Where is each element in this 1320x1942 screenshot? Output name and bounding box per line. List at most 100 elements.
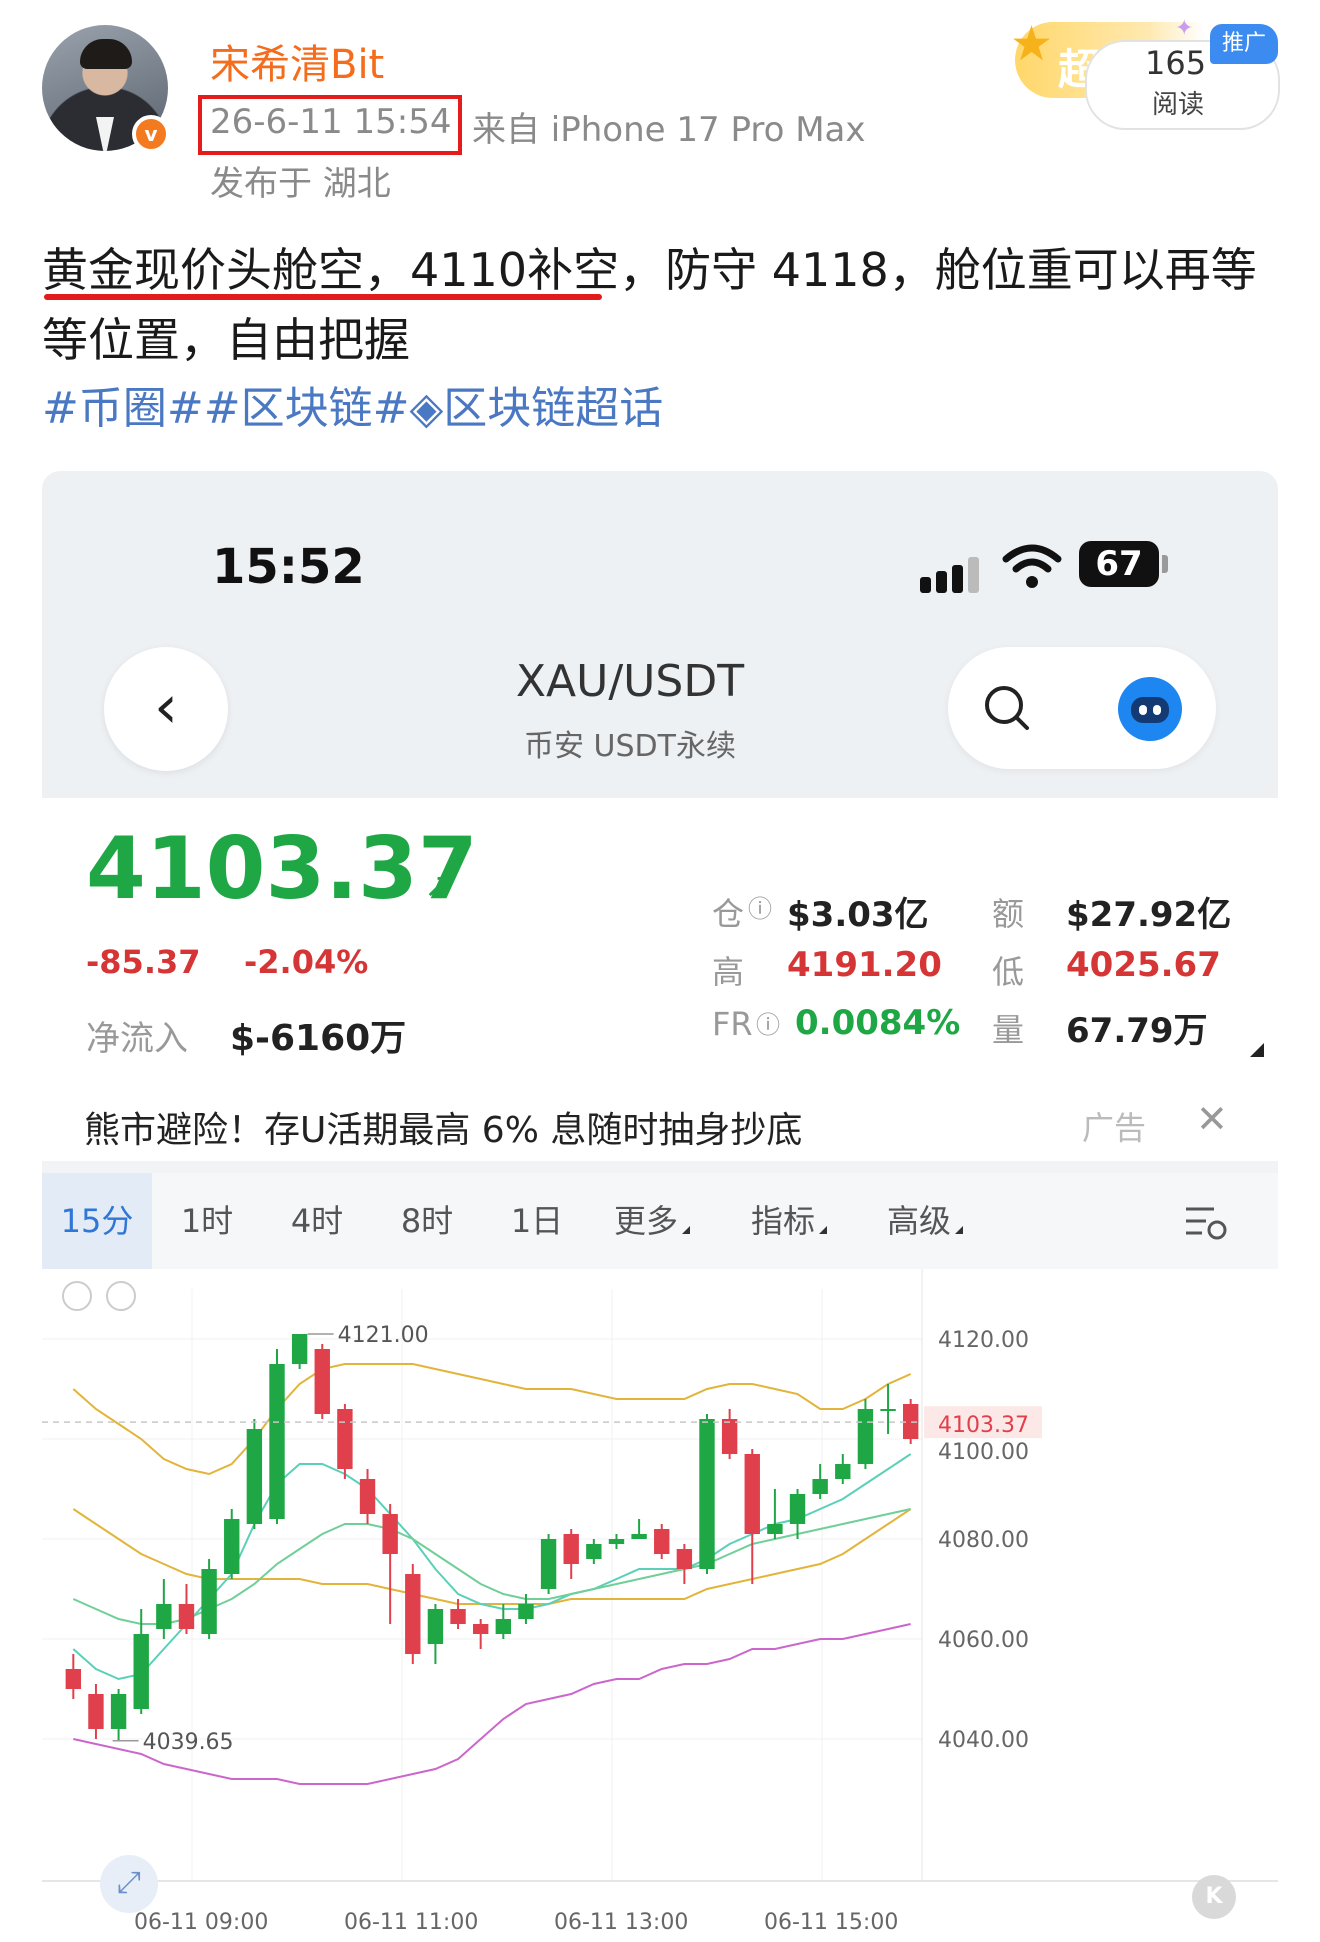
- low-label: 低: [992, 953, 1025, 991]
- candle-body: [88, 1694, 104, 1729]
- tab-advanced[interactable]: 高级: [860, 1173, 990, 1269]
- funding-rate: 0.0084%: [795, 1003, 961, 1043]
- max-label: 4121.00: [338, 1323, 429, 1348]
- divider: [42, 1161, 1278, 1173]
- info-icon[interactable]: ⓘ: [748, 889, 772, 924]
- candle-body: [156, 1604, 172, 1629]
- tab-more[interactable]: 更多: [587, 1173, 717, 1269]
- candle-body: [314, 1349, 330, 1414]
- star-icon: ★: [1010, 16, 1054, 72]
- tab-1d[interactable]: 1日: [482, 1173, 592, 1269]
- candlestick-chart[interactable]: 4103.37 4120.00 4100.00 4080.00 4060.00 4040.…: [42, 1269, 1278, 1942]
- post-source: 来自 iPhone 17 Pro Max: [472, 110, 866, 150]
- netflow-value: $-6160万: [230, 1018, 407, 1059]
- candle-body: [812, 1479, 828, 1494]
- read-count-label: 阅读: [1152, 90, 1205, 120]
- ad-banner[interactable]: 熊市避险！存U活期最高 6% 息随时抽身抄底 广告 ✕: [42, 1079, 1278, 1169]
- read-count: 165: [1145, 44, 1207, 82]
- candle-body: [201, 1569, 217, 1634]
- price-change: -85.37: [86, 943, 201, 981]
- username[interactable]: 宋希清Bit: [210, 32, 384, 90]
- tab-indicators[interactable]: 指标: [724, 1173, 854, 1269]
- tab-8h[interactable]: 8时: [372, 1173, 482, 1269]
- battery-nub: [1162, 555, 1168, 573]
- jump-latest-icon[interactable]: K: [1192, 1875, 1236, 1919]
- info-icon[interactable]: ⓘ: [756, 1005, 780, 1040]
- promo-card[interactable]: ★ 超 165 阅读 ✦ 推广: [1010, 10, 1280, 130]
- tab-4h[interactable]: 4时: [262, 1173, 372, 1269]
- candle-body: [133, 1634, 149, 1709]
- candle-body: [495, 1619, 512, 1634]
- last-price: 4103.37: [86, 819, 478, 919]
- search-icon[interactable]: [982, 683, 1030, 731]
- header-tools: [948, 647, 1216, 769]
- tab-1h[interactable]: 1时: [152, 1173, 262, 1269]
- post-time: 26-6-11 15:54: [210, 102, 452, 142]
- candle-body: [518, 1604, 534, 1619]
- avatar-shirt: [96, 117, 114, 151]
- last-price-label: 4103.37: [938, 1413, 1029, 1438]
- caret-icon: [955, 1226, 963, 1234]
- candle-body: [405, 1574, 421, 1654]
- candle-body: [676, 1549, 693, 1569]
- candle-body: [789, 1494, 806, 1524]
- candle-body: [586, 1544, 602, 1559]
- volume-label: 量: [992, 1011, 1025, 1049]
- candle-body: [563, 1534, 579, 1564]
- low-price: 4025.67: [1066, 945, 1221, 985]
- candle-body: [880, 1409, 896, 1411]
- candle-body: [291, 1334, 308, 1364]
- indicator-line-4: [73, 1623, 911, 1785]
- volume: 67.79万: [1066, 1011, 1208, 1051]
- y-tick-label: 4120.00: [938, 1328, 1029, 1353]
- candle-body: [744, 1454, 760, 1534]
- verified-badge-icon: v: [132, 115, 170, 153]
- funding-rate-label: FR: [712, 1005, 753, 1043]
- tab-advanced-label: 高级: [886, 1202, 951, 1240]
- promoted-tag[interactable]: 推广: [1210, 24, 1278, 64]
- tab-indicators-label: 指标: [750, 1202, 815, 1240]
- ad-text[interactable]: 熊市避险！存U活期最高 6% 息随时抽身抄底: [84, 1101, 802, 1153]
- wifi-icon: [1002, 544, 1062, 588]
- settings-hex-icon[interactable]: [106, 1281, 136, 1311]
- candle-body: [767, 1524, 783, 1534]
- red-underline-annotation: [44, 294, 602, 300]
- kline-svg[interactable]: 4103.37 4120.00 4100.00 4080.00 4060.00 4040.…: [42, 1269, 1278, 1942]
- caret-icon: [819, 1226, 827, 1234]
- post-hashtags[interactable]: #币圈##区块链#◈区块链超话: [42, 372, 663, 436]
- y-tick-label: 4040.00: [938, 1728, 1029, 1753]
- x-tick-label: 06-11 09:00: [134, 1910, 268, 1935]
- caret-icon: [682, 1226, 690, 1234]
- status-time: 15:52: [212, 539, 365, 595]
- candle-body: [337, 1409, 353, 1469]
- avatar-hair: [80, 39, 132, 69]
- chart-settings-icon[interactable]: [1184, 1203, 1230, 1243]
- x-tick-label: 06-11 13:00: [554, 1910, 688, 1935]
- assistant-bot-icon[interactable]: [1118, 677, 1182, 741]
- open-interest: $3.03亿: [787, 895, 929, 935]
- ad-label: 广告: [1082, 1109, 1147, 1147]
- fullscreen-icon[interactable]: ⤢: [100, 1855, 158, 1913]
- y-tick-label: 4100.00: [938, 1440, 1029, 1465]
- candle-body: [608, 1539, 625, 1544]
- post-location: 发布于 湖北: [210, 164, 391, 204]
- candle-body: [631, 1534, 647, 1539]
- tab-more-label: 更多: [613, 1202, 678, 1240]
- candle-body: [110, 1694, 127, 1729]
- candle-body: [540, 1539, 557, 1589]
- candle-body: [359, 1479, 376, 1514]
- y-tick-label: 4060.00: [938, 1628, 1029, 1653]
- x-tick-label: 06-11 15:00: [764, 1910, 898, 1935]
- tab-15m[interactable]: 15分: [42, 1173, 152, 1269]
- candle-body: [450, 1609, 466, 1624]
- trading-screenshot[interactable]: 15:52 67 ‹ XAU/USDT 币安 USDT永续 4103.37 ↗ …: [42, 471, 1278, 1942]
- high-price: 4191.20: [787, 945, 942, 985]
- candle-body: [65, 1669, 82, 1689]
- expand-triangle-icon[interactable]: [1250, 1043, 1264, 1057]
- collapse-icon[interactable]: [62, 1281, 92, 1311]
- bot-face: [1131, 697, 1169, 723]
- close-icon[interactable]: ✕: [1196, 1097, 1228, 1141]
- candle-body: [382, 1514, 398, 1554]
- y-tick-label: 4080.00: [938, 1528, 1029, 1553]
- min-label: 4039.65: [143, 1730, 234, 1755]
